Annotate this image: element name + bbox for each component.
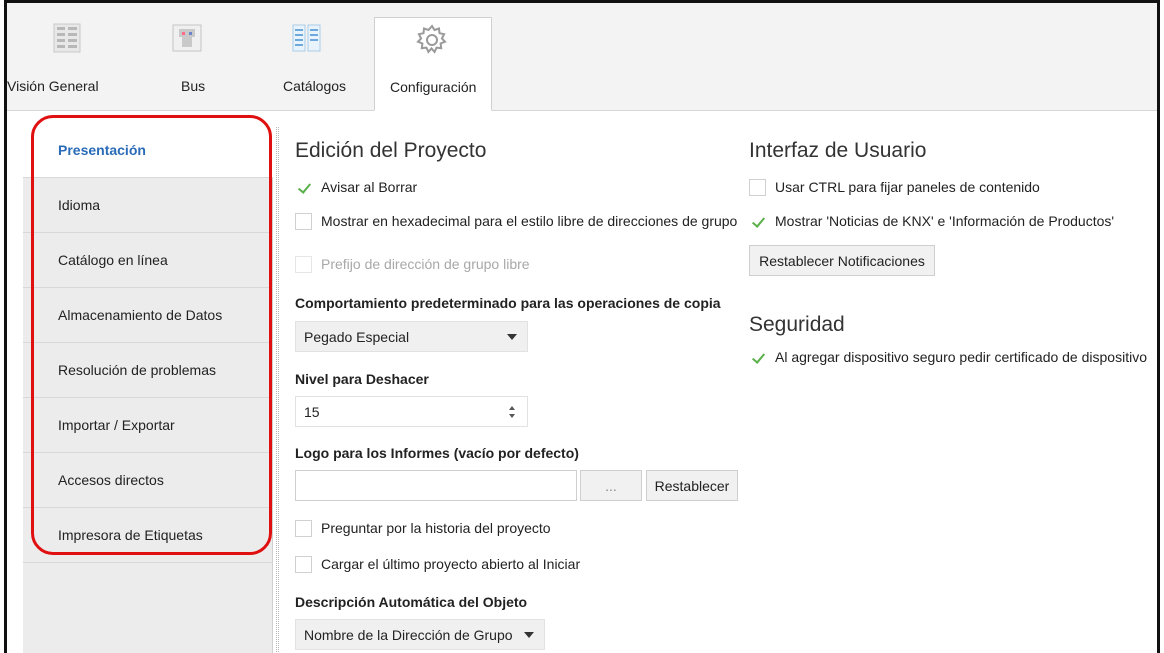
sidebar-item-label: Idioma [58,197,101,213]
button-label: Restablecer [654,477,730,494]
browse-button[interactable]: ... [580,470,642,501]
undo-level-stepper[interactable]: 15 [295,396,528,427]
sidebar-item-label: Presentación [58,142,146,158]
copy-behavior-label: Comportamiento predeterminado para las o… [295,295,721,311]
dropdown-value: Pegado Especial [304,328,410,345]
checkbox-checked[interactable] [749,349,766,366]
checkbox-unchecked[interactable] [295,519,312,537]
ctrl-pin-checkbox[interactable]: Usar CTRL para fijar paneles de contenid… [749,177,1040,197]
checkbox-label: Mostrar en hexadecimal para el estilo li… [321,213,738,229]
sidebar-item-data-storage[interactable]: Almacenamiento de Datos [23,288,273,343]
stepper-down-icon[interactable] [509,414,515,418]
checkbox-checked[interactable] [749,213,766,230]
checkbox-label: Al agregar dispositivo seguro pedir cert… [775,349,1147,365]
stepper-up-icon[interactable] [509,406,515,410]
tab-catalogs[interactable]: Catálogos [277,17,367,111]
user-interface-title: Interfaz de Usuario [749,139,927,162]
checkbox-disabled [295,255,312,273]
sidebar-item-label: Resolución de problemas [58,362,216,378]
report-logo-label: Logo para los Informes (vacío por defect… [295,445,579,461]
load-last-project-checkbox[interactable]: Cargar el último proyecto abierto al Ini… [295,554,580,574]
tab-configuration[interactable]: Configuración [374,17,492,111]
sidebar-item-language[interactable]: Idioma [23,178,273,233]
dropdown-value: Nombre de la Dirección de Grupo [304,626,513,643]
chevron-down-icon [524,632,534,638]
reset-notifications-button[interactable]: Restablecer Notificaciones [749,245,935,276]
free-prefix-checkbox: Prefijo de dirección de grupo libre [295,254,530,274]
sidebar-item-import-export[interactable]: Importar / Exportar [23,398,273,453]
sidebar-item-online-catalog[interactable]: Catálogo en línea [23,233,273,288]
button-label: ... [605,477,617,494]
security-title: Seguridad [749,313,845,336]
chevron-down-icon [507,334,517,340]
auto-description-label: Descripción Automática del Objeto [295,594,528,610]
gear-icon [416,24,447,54]
checkbox-unchecked[interactable] [295,212,312,230]
stepper-value: 15 [304,403,320,420]
sidebar-item-label-printer[interactable]: Impresora de Etiquetas [23,508,273,563]
tab-label: Bus [181,78,206,94]
tab-overview[interactable]: Visión General [7,17,127,111]
catalogs-icon [292,24,321,52]
settings-sidebar: Presentación Idioma Catálogo en línea Al… [23,123,273,653]
sidebar-item-label: Importar / Exportar [58,417,175,433]
project-editing-title: Edición del Proyecto [295,139,487,162]
checkbox-unchecked[interactable] [749,178,766,196]
bus-icon [172,24,202,52]
checkbox-label: Avisar al Borrar [321,179,418,195]
sidebar-item-shortcuts[interactable]: Accesos directos [23,453,273,508]
auto-description-dropdown[interactable]: Nombre de la Dirección de Grupo [295,619,545,650]
checkbox-checked[interactable] [295,179,312,196]
tab-bus[interactable]: Bus [157,17,217,111]
splitter-handle[interactable] [276,127,279,653]
warn-delete-checkbox[interactable]: Avisar al Borrar [295,177,417,197]
tab-label: Catálogos [283,78,347,94]
sidebar-item-label: Almacenamiento de Datos [58,307,223,323]
ask-certificate-checkbox[interactable]: Al agregar dispositivo seguro pedir cert… [749,347,1147,367]
sidebar-item-presentation[interactable]: Presentación [23,123,273,178]
show-news-checkbox[interactable]: Mostrar 'Noticias de KNX' e 'Información… [749,211,1114,231]
checkbox-unchecked[interactable] [295,555,312,573]
checkbox-label: Usar CTRL para fijar paneles de contenid… [775,179,1040,195]
sidebar-item-label: Catálogo en línea [58,252,168,268]
undo-level-label: Nivel para Deshacer [295,371,429,387]
hex-display-checkbox[interactable]: Mostrar en hexadecimal para el estilo li… [295,211,737,231]
sidebar-item-label: Impresora de Etiquetas [58,527,203,543]
overview-icon [53,23,81,53]
tab-label: Configuración [390,79,477,95]
checkbox-label: Cargar el último proyecto abierto al Ini… [321,556,581,572]
reset-logo-button[interactable]: Restablecer [646,470,738,501]
report-logo-input[interactable] [295,470,577,501]
copy-behavior-dropdown[interactable]: Pegado Especial [295,321,528,352]
sidebar-item-label: Accesos directos [58,472,164,488]
checkbox-label: Mostrar 'Noticias de KNX' e 'Información… [775,213,1115,229]
checkbox-label: Prefijo de dirección de grupo libre [321,256,530,272]
app-window: Visión General Bus Catálogos Configuraci… [4,0,1160,653]
sidebar-item-troubleshooting[interactable]: Resolución de problemas [23,343,273,398]
tab-label: Visión General [7,78,99,94]
button-label: Restablecer Notificaciones [759,252,925,269]
ask-history-checkbox[interactable]: Preguntar por la historia del proyecto [295,518,551,538]
ribbon-bar: Visión General Bus Catálogos Configuraci… [7,3,1157,111]
checkbox-label: Preguntar por la historia del proyecto [321,520,551,536]
